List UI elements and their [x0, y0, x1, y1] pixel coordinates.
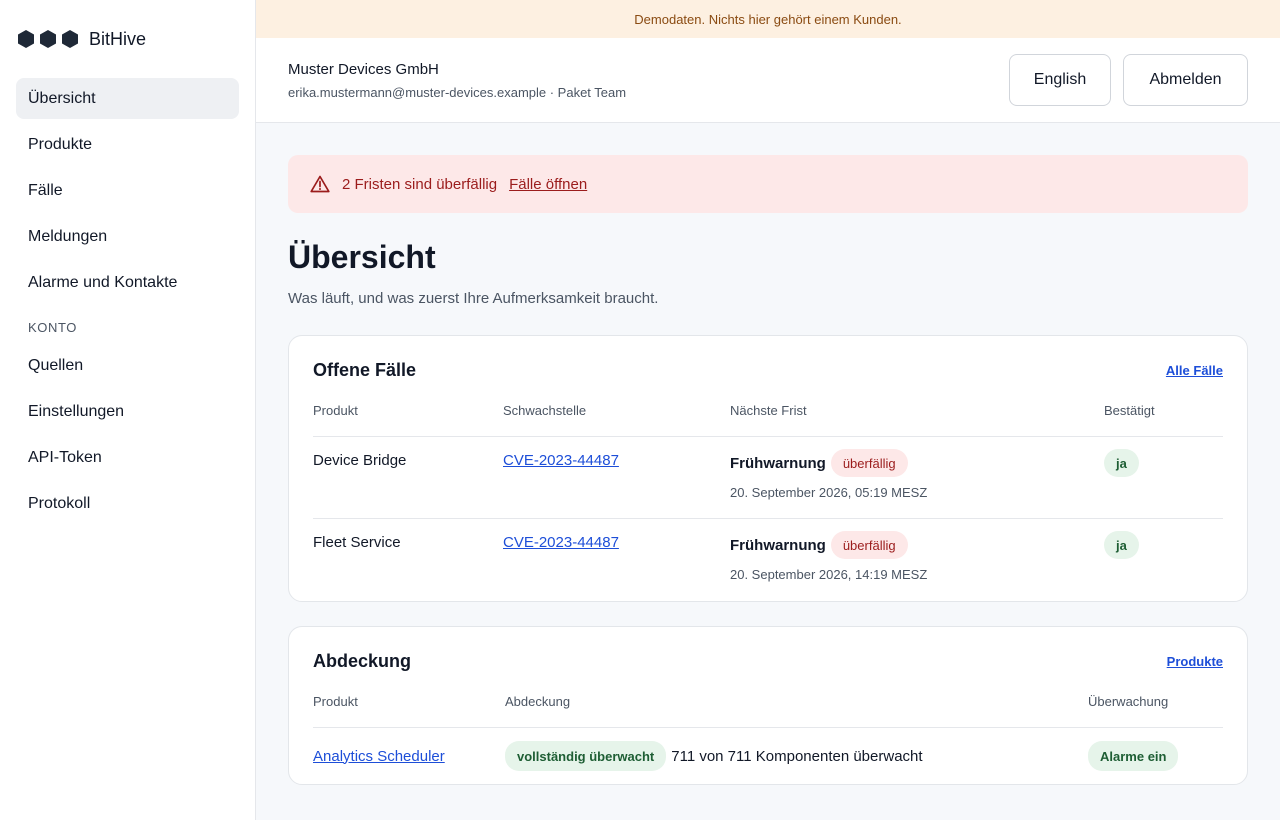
- warning-triangle-icon: [310, 175, 330, 193]
- table-header: Produkt Schwachstelle Nächste Frist Best…: [313, 403, 1223, 437]
- page-title: Übersicht: [288, 239, 436, 275]
- sidebar-item-produkte[interactable]: Produkte: [16, 124, 239, 165]
- product-link[interactable]: Analytics Scheduler: [313, 748, 445, 765]
- alert-text: 2 Fristen sind überfällig: [342, 175, 498, 193]
- deadline-cell: Frühwarnung überfällig 20. September 202…: [730, 449, 1104, 518]
- demo-banner: Demodaten. Nichts hier gehört einem Kund…: [256, 0, 1280, 38]
- column-header-schwachstelle: Schwachstelle: [503, 403, 587, 418]
- brand-name: BitHive: [89, 28, 147, 49]
- deadline-label: Frühwarnung: [730, 454, 826, 472]
- org-name: Muster Devices GmbH: [288, 60, 439, 78]
- column-header-produkt: Produkt: [313, 403, 358, 418]
- card-header: Offene Fälle Alle Fälle: [313, 360, 1223, 381]
- language-button[interactable]: English: [1009, 54, 1111, 106]
- sidebar-item-faelle[interactable]: Fälle: [16, 170, 239, 211]
- sidebar-item-label: Alarme und Kontakte: [28, 273, 178, 291]
- sidebar-item-quellen[interactable]: Quellen: [16, 345, 239, 386]
- column-header-abdeckung: Abdeckung: [505, 694, 571, 709]
- sidebar-item-alarme-kontakte[interactable]: Alarme und Kontakte: [16, 262, 239, 303]
- deadline-date: 20. September 2026, 05:19 MESZ: [730, 485, 928, 500]
- confirmed-badge: ja: [1104, 531, 1139, 559]
- user-email-plan: erika.mustermann@muster-devices.example …: [288, 84, 627, 100]
- coverage-table: Produkt Abdeckung Überwachung Analytics …: [313, 694, 1223, 784]
- monitoring-badge: Alarme ein: [1088, 741, 1179, 771]
- sidebar-item-label: API-Token: [28, 448, 102, 466]
- column-header-bestaetigt: Bestätigt: [1104, 403, 1155, 418]
- coverage-cell: vollständig überwacht 711 von 711 Kompon…: [505, 741, 1088, 771]
- table-row[interactable]: Analytics Scheduler vollständig überwach…: [313, 728, 1223, 784]
- deadline-label: Frühwarnung: [730, 536, 826, 554]
- all-cases-link[interactable]: Alle Fälle: [1166, 363, 1223, 378]
- card-header: Abdeckung Produkte: [313, 651, 1223, 672]
- sidebar-item-api-token[interactable]: API-Token: [16, 437, 239, 478]
- sidebar-item-label: Fälle: [28, 181, 63, 199]
- sidebar-item-label: Einstellungen: [28, 402, 125, 420]
- table-row[interactable]: Fleet Service CVE-2023-44487 Frühwarnung…: [313, 519, 1223, 601]
- logout-button[interactable]: Abmelden: [1123, 54, 1248, 106]
- sidebar-item-meldungen[interactable]: Meldungen: [16, 216, 239, 257]
- sidebar-section-konto: KONTO: [28, 320, 77, 335]
- brand[interactable]: BitHive: [16, 0, 239, 78]
- cve-link[interactable]: CVE-2023-44487: [503, 534, 619, 551]
- open-cases-card: Offene Fälle Alle Fälle Produkt Schwachs…: [288, 335, 1248, 602]
- products-link[interactable]: Produkte: [1167, 654, 1223, 669]
- sidebar-item-einstellungen[interactable]: Einstellungen: [16, 391, 239, 432]
- cases-table: Produkt Schwachstelle Nächste Frist Best…: [313, 403, 1223, 601]
- product-name: Device Bridge: [313, 452, 407, 469]
- table-header: Produkt Abdeckung Überwachung: [313, 694, 1223, 728]
- sidebar: BitHive Übersicht Produkte Fälle Meldung…: [0, 0, 256, 820]
- table-row[interactable]: Device Bridge CVE-2023-44487 Frühwarnung…: [313, 437, 1223, 519]
- sidebar-item-uebersicht[interactable]: Übersicht: [16, 78, 239, 119]
- cve-link[interactable]: CVE-2023-44487: [503, 452, 619, 469]
- topbar: Muster Devices GmbH erika.mustermann@mus…: [256, 38, 1280, 123]
- card-title: Offene Fälle: [313, 360, 417, 380]
- deadline-date: 20. September 2026, 14:19 MESZ: [730, 567, 928, 582]
- sidebar-item-label: Quellen: [28, 356, 84, 374]
- status-badge: überfällig: [830, 449, 908, 477]
- product-name: Fleet Service: [313, 534, 401, 551]
- card-title: Abdeckung: [313, 651, 412, 671]
- deadline-cell: Frühwarnung überfällig 20. September 202…: [730, 531, 1104, 601]
- status-badge: überfällig: [830, 531, 908, 559]
- sidebar-item-label: Produkte: [28, 135, 93, 153]
- sidebar-item-protokoll[interactable]: Protokoll: [16, 483, 239, 524]
- main-area: Demodaten. Nichts hier gehört einem Kund…: [256, 0, 1280, 820]
- hexagon-logo-icon: [16, 29, 80, 49]
- topbar-actions: English Abmelden: [1009, 54, 1248, 106]
- coverage-detail: 711 von 711 Komponenten überwacht: [671, 747, 923, 765]
- page-subtitle: Was läuft, und was zuerst Ihre Aufmerksa…: [288, 290, 659, 307]
- account-info: Muster Devices GmbH erika.mustermann@mus…: [288, 61, 626, 100]
- confirmed-badge: ja: [1104, 449, 1139, 477]
- content: 2 Fristen sind überfällig Fälle öffnen Ü…: [256, 123, 1280, 809]
- coverage-badge: vollständig überwacht: [505, 741, 667, 771]
- overdue-alert: 2 Fristen sind überfällig Fälle öffnen: [288, 155, 1248, 213]
- sidebar-item-label: Meldungen: [28, 227, 108, 245]
- column-header-produkt: Produkt: [313, 694, 358, 709]
- column-header-frist: Nächste Frist: [730, 403, 807, 418]
- coverage-card: Abdeckung Produkte Produkt Abdeckung Übe…: [288, 626, 1248, 785]
- sidebar-item-label: Übersicht: [28, 89, 96, 107]
- sidebar-item-label: Protokoll: [28, 494, 91, 512]
- open-cases-link[interactable]: Fälle öffnen: [509, 176, 587, 193]
- column-header-ueberwachung: Überwachung: [1088, 694, 1169, 709]
